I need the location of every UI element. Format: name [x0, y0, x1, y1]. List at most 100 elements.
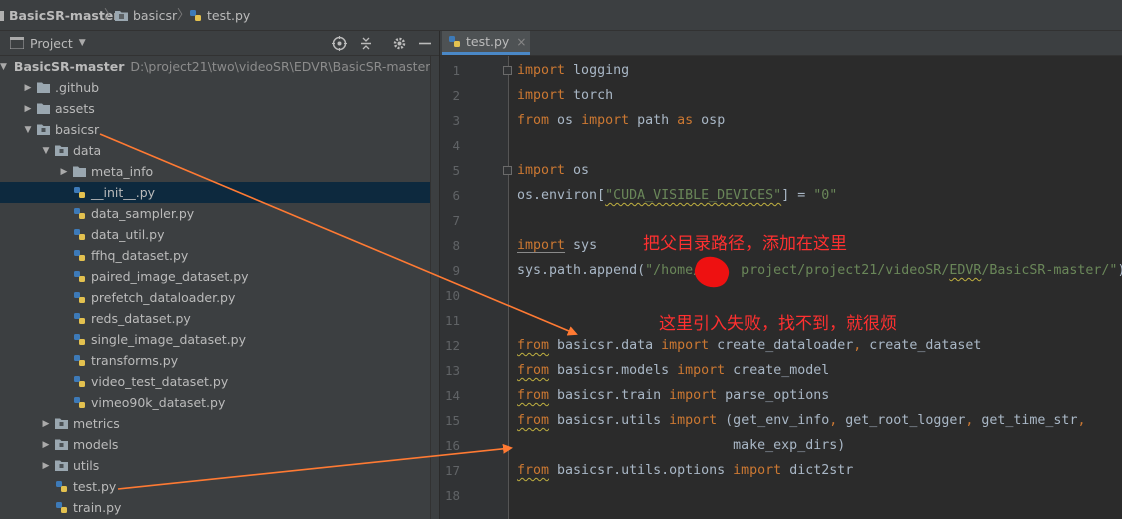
code-token: from: [517, 113, 550, 128]
code-line[interactable]: import torch: [517, 83, 613, 108]
line-number: 9: [452, 263, 460, 278]
folder-icon: [37, 103, 50, 114]
code-token: get_time_str: [973, 413, 1078, 428]
breadcrumb-label: basicsr: [133, 8, 178, 23]
code-token: dict2str: [781, 463, 854, 478]
fold-marker-icon[interactable]: [503, 66, 512, 75]
tree-item[interactable]: prefetch_dataloader.py: [0, 287, 430, 308]
code-token: from: [517, 463, 550, 478]
code-line[interactable]: import os: [517, 158, 589, 183]
tree-item[interactable]: reds_dataset.py: [0, 308, 430, 329]
project-panel-title: Project: [30, 35, 73, 51]
tree-item[interactable]: ▶ .github: [0, 77, 430, 98]
expand-arrow-right-icon[interactable]: ▶: [22, 83, 34, 93]
python-file-icon: [74, 334, 85, 345]
tree-item[interactable]: ▶ assets: [0, 98, 430, 119]
tree-item[interactable]: transforms.py: [0, 350, 430, 371]
target-icon[interactable]: [332, 36, 347, 51]
tree-item[interactable]: ▼ data: [0, 140, 430, 161]
tree-item[interactable]: ▼ BasicSR-master D:\project21\two\videoSR\…: [0, 56, 430, 77]
tree-item-label: .github: [55, 80, 100, 95]
expand-arrow-down-icon[interactable]: ▼: [0, 62, 7, 72]
breadcrumb-item-test-py[interactable]: test.py: [189, 0, 250, 31]
code-token: os: [565, 163, 590, 178]
project-view-selector[interactable]: Project ▼: [10, 31, 86, 55]
project-tree: ▼ BasicSR-master D:\project21\two\videoSR\…: [0, 56, 430, 519]
tree-item[interactable]: vimeo90k_dataset.py: [0, 392, 430, 413]
collapse-all-icon[interactable]: [359, 36, 373, 51]
code-line[interactable]: from basicsr.utils.options import dict2s…: [517, 458, 853, 483]
tree-scrollbar[interactable]: [430, 56, 439, 519]
tree-item[interactable]: __init__.py: [0, 182, 430, 203]
code-line[interactable]: os.environ["CUDA_VISIBLE_DEVICES"] = "0": [517, 183, 837, 208]
code-token: EDVR: [949, 263, 982, 278]
line-number: 12: [444, 338, 460, 353]
code-token: ,: [1077, 413, 1086, 428]
close-icon[interactable]: ×: [516, 35, 526, 49]
folder-icon: [73, 166, 86, 177]
code-token: ] =: [781, 188, 814, 203]
expand-arrow-right-icon[interactable]: ▶: [40, 440, 52, 450]
tree-item[interactable]: ▶ models: [0, 434, 430, 455]
package-folder-icon: [55, 439, 68, 450]
editor-tab-bar: test.py ×: [440, 31, 1122, 56]
tab-test-py[interactable]: test.py ×: [442, 31, 530, 55]
line-number: 7: [452, 213, 460, 228]
code-token: "/home/ project/project21/videoSR/: [645, 263, 950, 278]
package-folder-icon: [55, 460, 68, 471]
tree-item[interactable]: video_test_dataset.py: [0, 371, 430, 392]
python-file-icon: [74, 292, 85, 303]
code-line[interactable]: import sys: [517, 233, 597, 258]
code-token: get_root_logger: [837, 413, 966, 428]
line-number: 15: [444, 413, 460, 428]
code-token: basicsr.models: [549, 363, 678, 378]
tree-item-label: data_util.py: [91, 227, 165, 242]
tree-item-label: test.py: [73, 479, 117, 494]
tree-item[interactable]: ▼ basicsr: [0, 119, 430, 140]
code-token: /BasicSR-master/": [981, 263, 1118, 278]
expand-arrow-down-icon[interactable]: ▼: [22, 125, 34, 135]
code-line[interactable]: from basicsr.train import parse_options: [517, 383, 829, 408]
expand-arrow-right-icon[interactable]: ▶: [40, 419, 52, 429]
tree-item-label: transforms.py: [91, 353, 179, 368]
code-line[interactable]: from basicsr.data import create_dataload…: [517, 333, 981, 358]
code-line[interactable]: import logging: [517, 58, 629, 83]
python-file-icon: [74, 376, 85, 387]
expand-arrow-right-icon[interactable]: ▶: [40, 461, 52, 471]
minimize-icon[interactable]: [418, 36, 432, 51]
line-number: 3: [452, 113, 460, 128]
code-token: os.environ[: [517, 188, 606, 203]
expand-arrow-right-icon[interactable]: ▶: [22, 104, 34, 114]
code-token: import: [733, 463, 782, 478]
code-line[interactable]: from os import path as osp: [517, 108, 725, 133]
tree-item-label: data: [73, 143, 102, 158]
tree-item[interactable]: data_sampler.py: [0, 203, 430, 224]
python-file-icon: [74, 397, 85, 408]
tree-item[interactable]: data_util.py: [0, 224, 430, 245]
tree-item[interactable]: paired_image_dataset.py: [0, 266, 430, 287]
breadcrumb-item-project[interactable]: BasicSR-master: [0, 0, 119, 31]
code-line[interactable]: sys.path.append("/home/ project/project2…: [517, 258, 1122, 283]
breadcrumb-item-basicsr[interactable]: basicsr: [115, 0, 177, 31]
code-token: (get_env_info: [717, 413, 830, 428]
line-number: 13: [444, 363, 460, 378]
expand-arrow-down-icon[interactable]: ▼: [40, 146, 52, 156]
tree-item-label: __init__.py: [91, 185, 156, 200]
tree-item[interactable]: single_image_dataset.py: [0, 329, 430, 350]
code-token: import: [517, 238, 566, 253]
code-line[interactable]: from basicsr.utils import (get_env_info,…: [517, 408, 1085, 433]
tree-item[interactable]: test.py: [0, 476, 430, 497]
fold-marker-icon[interactable]: [503, 166, 512, 175]
python-file-icon: [74, 355, 85, 366]
code-line[interactable]: from basicsr.models import create_model: [517, 358, 829, 383]
tree-item[interactable]: ▶ utils: [0, 455, 430, 476]
tree-item[interactable]: ▶ metrics: [0, 413, 430, 434]
tab-label: test.py: [466, 34, 510, 49]
code-line[interactable]: make_exp_dirs): [517, 433, 845, 458]
gear-icon[interactable]: [392, 36, 407, 51]
tree-item[interactable]: train.py: [0, 497, 430, 518]
expand-arrow-right-icon[interactable]: ▶: [58, 167, 70, 177]
breadcrumb-label: test.py: [207, 8, 251, 23]
tree-item[interactable]: ffhq_dataset.py: [0, 245, 430, 266]
tree-item[interactable]: ▶ meta_info: [0, 161, 430, 182]
